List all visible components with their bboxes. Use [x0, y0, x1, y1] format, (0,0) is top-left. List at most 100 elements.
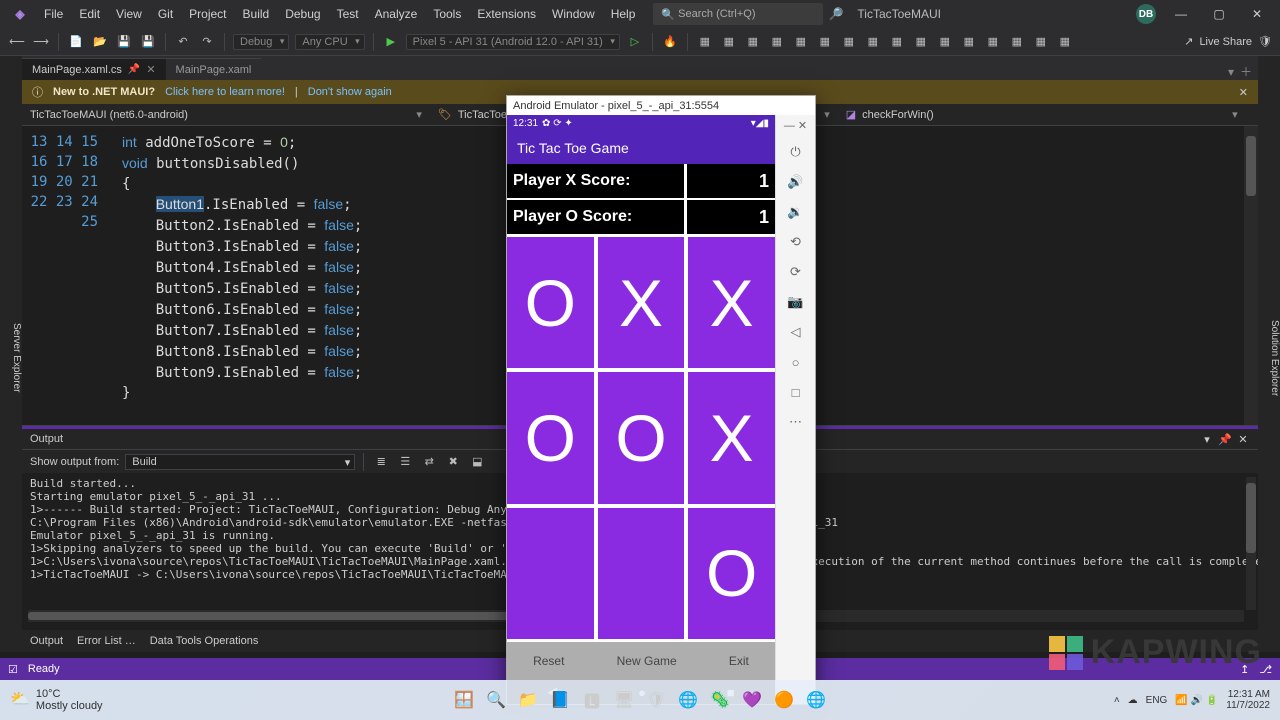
output-tool-icon[interactable]: ⬓: [468, 453, 486, 471]
board-cell-3[interactable]: X: [688, 237, 775, 368]
open-icon[interactable]: 📂: [91, 33, 109, 51]
tab-close-icon[interactable]: ✕: [146, 63, 155, 76]
toolbar-icon[interactable]: ▦: [936, 33, 954, 51]
output-tool-icon[interactable]: ☰: [396, 453, 414, 471]
back-icon[interactable]: ◁: [786, 322, 806, 342]
nav-member[interactable]: ◪checkForWin(): [838, 108, 1246, 121]
output-v-scrollbar[interactable]: [1246, 477, 1256, 610]
newgame-button[interactable]: New Game: [617, 654, 677, 668]
board-cell-1[interactable]: O: [507, 237, 594, 368]
info-link[interactable]: Click here to learn more!: [165, 86, 285, 98]
redo-icon[interactable]: ↷: [198, 33, 216, 51]
info-close-icon[interactable]: ✕: [1239, 86, 1248, 99]
nav-fwd-icon[interactable]: ⟶: [32, 33, 50, 51]
panel-dropdown-icon[interactable]: ▾: [1200, 433, 1214, 446]
emu-min-icon[interactable]: — ✕: [784, 119, 807, 132]
taskbar-app-icon[interactable]: 🟠: [771, 687, 797, 713]
menu-extensions[interactable]: Extensions: [469, 3, 544, 25]
menu-project[interactable]: Project: [181, 3, 234, 25]
tray-clock[interactable]: 12:31 AM11/7/2022: [1226, 689, 1270, 711]
nav-project[interactable]: TicTacToeMAUI (net6.0-android): [22, 108, 430, 121]
panel-close-icon[interactable]: ✕: [1236, 433, 1250, 446]
tab-active[interactable]: MainPage.xaml.cs📌✕: [22, 58, 166, 80]
right-tool-rail[interactable]: Solution ExplorerProperties: [1258, 56, 1280, 652]
share-icon[interactable]: ↗: [1184, 35, 1193, 48]
home-icon[interactable]: ○: [786, 352, 806, 372]
menu-file[interactable]: File: [36, 3, 71, 25]
admin-icon[interactable]: 🛡: [1258, 35, 1272, 48]
tray-cloud-icon[interactable]: ☁: [1128, 695, 1138, 706]
menu-view[interactable]: View: [108, 3, 150, 25]
taskbar-app-icon[interactable]: 🖥: [611, 687, 637, 713]
search-submit-icon[interactable]: 🔎: [827, 7, 845, 21]
editor-scrollbar[interactable]: [1244, 126, 1258, 425]
camera-icon[interactable]: 📷: [786, 292, 806, 312]
menu-help[interactable]: Help: [603, 3, 644, 25]
toolbar-icon[interactable]: ▦: [744, 33, 762, 51]
minimize-icon[interactable]: —: [1168, 7, 1194, 21]
toolbar-icon[interactable]: ▦: [984, 33, 1002, 51]
taskbar-app-icon[interactable]: 🦠: [707, 687, 733, 713]
taskbar-app-icon[interactable]: 🅻: [579, 687, 605, 713]
menu-tools[interactable]: Tools: [425, 3, 469, 25]
user-badge[interactable]: DB: [1136, 4, 1156, 24]
output-tool-icon[interactable]: ≣: [372, 453, 390, 471]
info-dismiss[interactable]: Don't show again: [308, 86, 392, 98]
board-cell-6[interactable]: X: [688, 372, 775, 503]
toolbar-icon[interactable]: ▦: [840, 33, 858, 51]
menu-git[interactable]: Git: [150, 3, 181, 25]
rotate-left-icon[interactable]: ⟲: [786, 232, 806, 252]
toolbar-icon[interactable]: ▦: [768, 33, 786, 51]
power-icon[interactable]: ⏻: [786, 142, 806, 162]
left-tool-rail[interactable]: Server ExplorerToolbox: [0, 56, 22, 652]
board-cell-9[interactable]: O: [688, 508, 775, 639]
reset-button[interactable]: Reset: [533, 654, 564, 668]
search-box[interactable]: 🔍 Search (Ctrl+Q): [653, 3, 823, 25]
nav-back-icon[interactable]: ⟵: [8, 33, 26, 51]
menu-build[interactable]: Build: [235, 3, 278, 25]
live-share-button[interactable]: Live Share: [1199, 36, 1252, 48]
toolbar-icon[interactable]: ▦: [816, 33, 834, 51]
output-clear-icon[interactable]: ✖: [444, 453, 462, 471]
menu-edit[interactable]: Edit: [71, 3, 108, 25]
tab-inactive[interactable]: MainPage.xaml: [166, 58, 262, 80]
save-all-icon[interactable]: 💾: [139, 33, 157, 51]
board-cell-4[interactable]: O: [507, 372, 594, 503]
windows-taskbar[interactable]: ⛅ 10°CMostly cloudy 🪟🔍📁📘🅻🖥🛡🌐🦠💜🟠🌐 ˄ ☁ ENG…: [0, 680, 1280, 720]
weather-widget[interactable]: ⛅ 10°CMostly cloudy: [10, 688, 103, 712]
taskbar-app-icon[interactable]: 🌐: [675, 687, 701, 713]
tab-add-icon[interactable]: ＋: [1240, 63, 1252, 80]
platform-combo[interactable]: Any CPU: [295, 34, 364, 50]
run-icon[interactable]: ▶: [382, 33, 400, 51]
output-source-combo[interactable]: Build: [125, 454, 355, 470]
emulator-titlebar[interactable]: Android Emulator - pixel_5_-_api_31:5554: [507, 96, 815, 115]
toolbar-icon[interactable]: ▦: [720, 33, 738, 51]
run-alt-icon[interactable]: ▷: [626, 33, 644, 51]
panel-pin-icon[interactable]: 📌: [1218, 433, 1232, 446]
output-tool-icon[interactable]: ⇄: [420, 453, 438, 471]
toolbar-icon[interactable]: ▦: [960, 33, 978, 51]
toolbar-icon[interactable]: ▦: [912, 33, 930, 51]
taskbar-app-icon[interactable]: 📁: [515, 687, 541, 713]
toolbar-icon[interactable]: ▦: [1056, 33, 1074, 51]
taskbar-app-icon[interactable]: 🌐: [803, 687, 829, 713]
toolbar-icon[interactable]: ▦: [1008, 33, 1026, 51]
taskbar-app-icon[interactable]: 📘: [547, 687, 573, 713]
maximize-icon[interactable]: ▢: [1206, 7, 1232, 21]
tray-chevron-icon[interactable]: ˄: [1114, 695, 1120, 706]
menu-debug[interactable]: Debug: [277, 3, 328, 25]
taskbar-app-icon[interactable]: 🪟: [451, 687, 477, 713]
tray-lang[interactable]: ENG: [1146, 695, 1168, 706]
menu-analyze[interactable]: Analyze: [367, 3, 426, 25]
menu-test[interactable]: Test: [329, 3, 367, 25]
toolbar-icon[interactable]: ▦: [696, 33, 714, 51]
close-icon[interactable]: ✕: [1244, 7, 1270, 21]
exit-button[interactable]: Exit: [729, 654, 749, 668]
board-cell-5[interactable]: O: [598, 372, 685, 503]
config-combo[interactable]: Debug: [233, 34, 289, 50]
board-cell-2[interactable]: X: [598, 237, 685, 368]
hot-reload-icon[interactable]: 🔥: [661, 33, 679, 51]
taskbar-app-icon[interactable]: 🔍: [483, 687, 509, 713]
menu-window[interactable]: Window: [544, 3, 603, 25]
taskbar-app-icon[interactable]: 🛡: [643, 687, 669, 713]
